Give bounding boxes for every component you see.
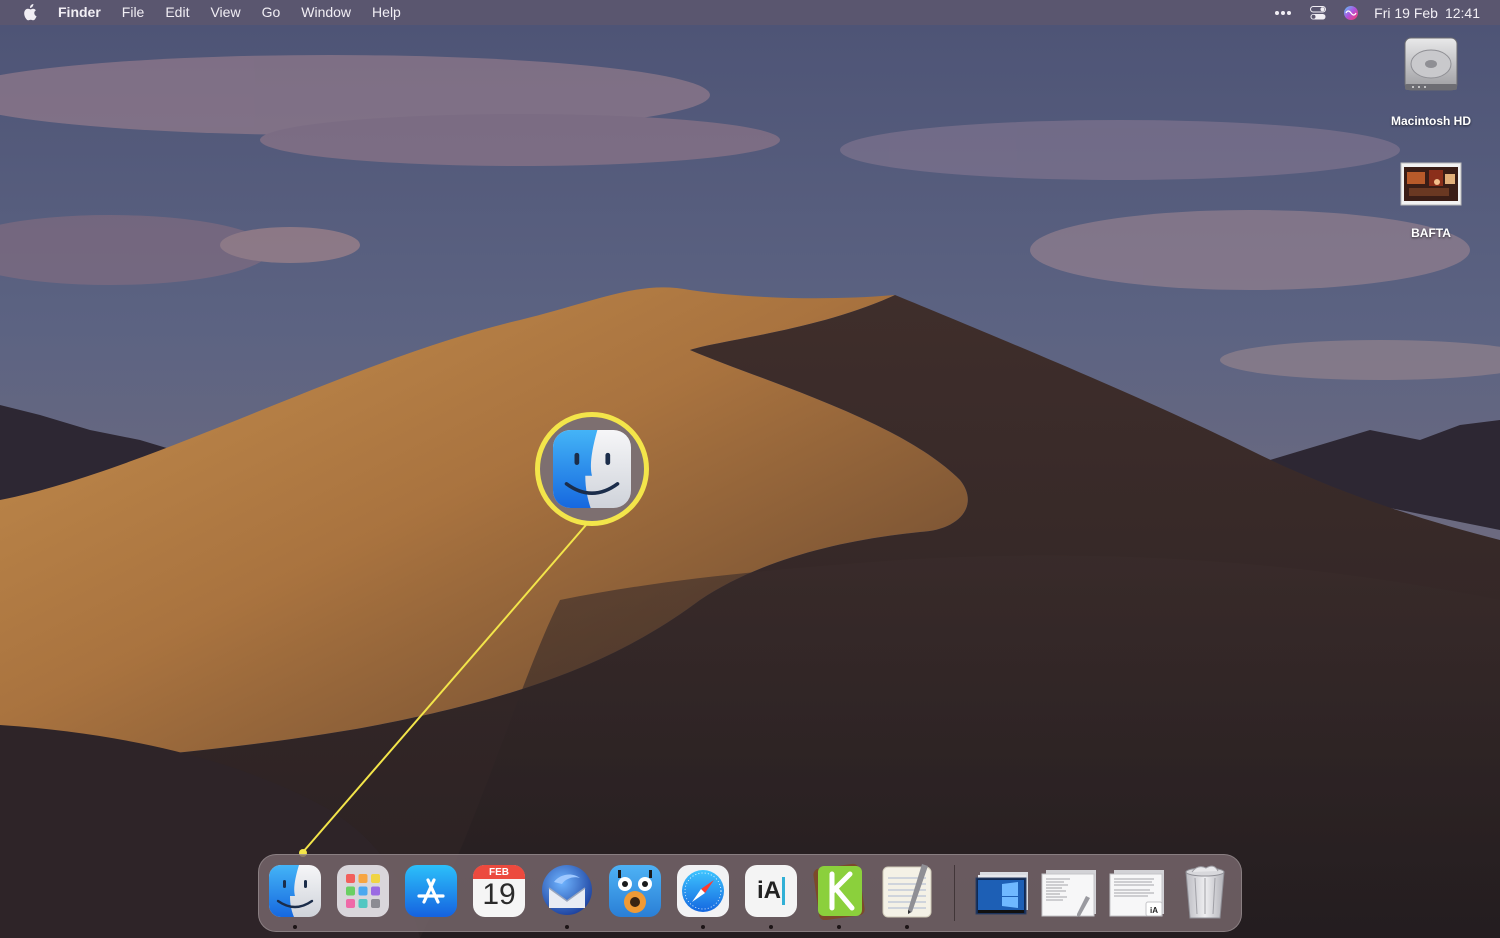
menu-app-finder[interactable]: Finder <box>58 0 101 25</box>
menu-go[interactable]: Go <box>262 0 281 25</box>
dock-app-safari[interactable] <box>674 862 732 929</box>
hard-drive-icon <box>1399 34 1463 98</box>
apple-logo-icon[interactable] <box>22 4 38 22</box>
ia-writer-icon: iA <box>742 862 800 920</box>
clock-date: Fri 19 Feb <box>1374 4 1438 21</box>
dock-recent-document[interactable] <box>1040 862 1098 920</box>
finder-icon <box>553 430 631 508</box>
finder-icon <box>266 862 324 920</box>
desktop-icon-bafta[interactable]: BAFTA <box>1376 160 1486 240</box>
app-store-icon <box>402 862 460 920</box>
image-file-icon <box>1399 160 1463 208</box>
menu-view[interactable]: View <box>210 0 240 25</box>
dock-app-app-store[interactable] <box>402 862 460 920</box>
desktop-wallpaper <box>0 0 1500 938</box>
running-indicator <box>905 925 909 929</box>
desktop-icon-label: BAFTA <box>1411 226 1451 240</box>
more-icon[interactable] <box>1272 10 1294 16</box>
dock-app-finder[interactable] <box>266 862 324 929</box>
control-center-icon[interactable] <box>1308 5 1328 20</box>
launchpad-icon <box>334 862 392 920</box>
running-indicator <box>293 925 297 929</box>
siri-icon[interactable] <box>1342 5 1360 21</box>
dock: FEB 19 iA iA <box>258 854 1242 932</box>
desktop-icon-macintosh-hd[interactable]: Macintosh HD <box>1376 34 1486 128</box>
ia-document-thumbnail-icon: iA <box>1108 862 1166 920</box>
running-indicator <box>837 925 841 929</box>
menu-edit[interactable]: Edit <box>165 0 189 25</box>
dock-recent-ia-document[interactable]: iA <box>1108 862 1166 920</box>
calendar-day: 19 <box>482 878 516 911</box>
clock-time: 12:41 <box>1444 4 1480 21</box>
menu-bar: Finder File Edit View Go Window Help Fri… <box>0 0 1500 25</box>
dock-app-ia-writer[interactable]: iA <box>742 862 800 929</box>
textedit-icon <box>878 862 936 920</box>
ia-writer-label: iA <box>757 877 781 904</box>
running-indicator <box>769 925 773 929</box>
menu-file[interactable]: File <box>122 0 145 25</box>
dock-app-tweetbot[interactable] <box>606 862 664 920</box>
running-indicator <box>565 925 569 929</box>
screenshot-thumbnail-icon <box>974 862 1032 920</box>
dock-recent-screenshot[interactable] <box>974 862 1032 920</box>
menu-window[interactable]: Window <box>301 0 351 25</box>
desktop-icon-label: Macintosh HD <box>1390 114 1471 128</box>
dock-app-textedit[interactable] <box>878 862 936 929</box>
dock-app-launchpad[interactable] <box>334 862 392 920</box>
dock-app-calendar[interactable]: FEB 19 <box>470 862 528 920</box>
dock-trash[interactable] <box>1176 862 1234 920</box>
finder-callout-highlight <box>535 412 649 526</box>
running-indicator <box>701 925 705 929</box>
dock-separator <box>954 865 955 921</box>
dock-app-klokki[interactable] <box>810 862 868 929</box>
svg-text:iA: iA <box>1150 906 1158 915</box>
tweetbot-icon <box>606 862 664 920</box>
safari-icon <box>674 862 732 920</box>
dock-app-thunderbird[interactable] <box>538 862 596 929</box>
trash-icon <box>1176 862 1234 920</box>
menu-clock[interactable]: Fri 19 Feb 12:41 <box>1374 5 1480 21</box>
calendar-icon: FEB 19 <box>470 862 528 920</box>
thunderbird-icon <box>538 862 596 920</box>
document-thumbnail-icon <box>1040 862 1098 920</box>
menu-help[interactable]: Help <box>372 0 401 25</box>
klokki-icon <box>810 862 868 921</box>
